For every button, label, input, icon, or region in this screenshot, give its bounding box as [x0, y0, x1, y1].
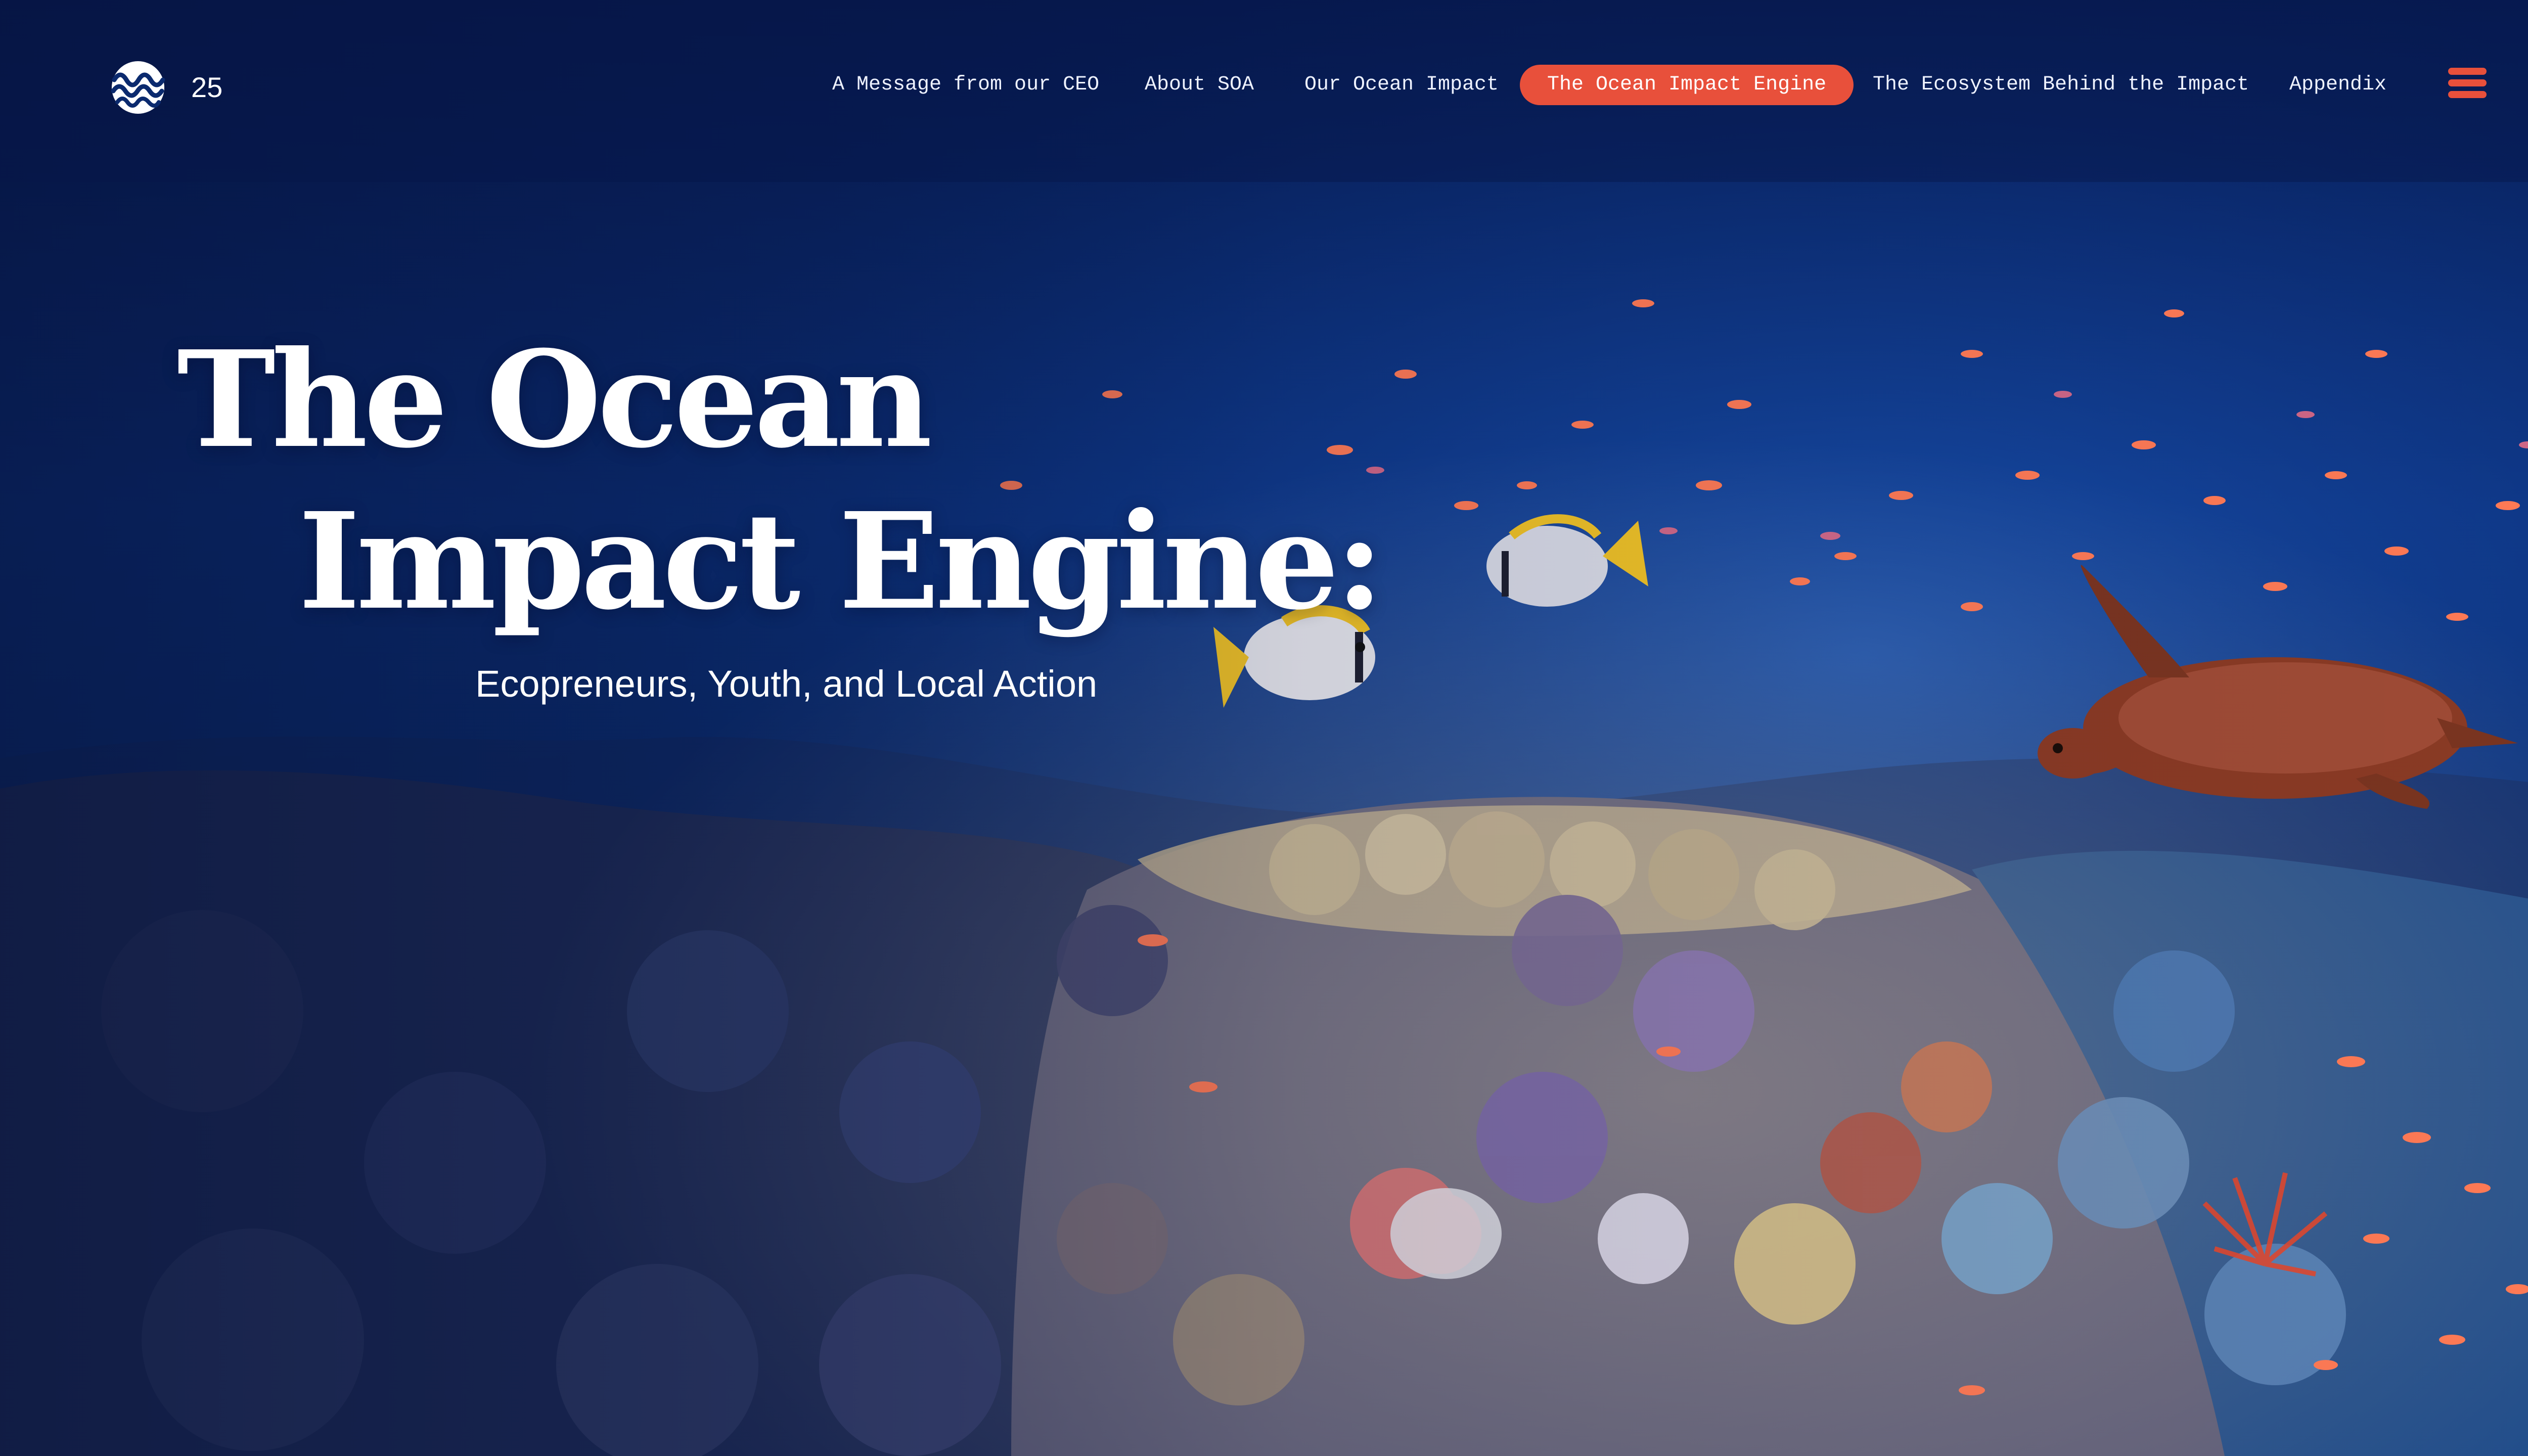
hero-title: The Ocean Impact Engine: — [177, 318, 1384, 642]
coral-reef-background — [0, 0, 2528, 1456]
nav-item-ocean-impact-engine[interactable]: The Ocean Impact Engine — [1520, 65, 1854, 105]
hero-section: 25 A Message from our CEO About SOA Our … — [0, 0, 2528, 1456]
nav-item-ceo-message[interactable]: A Message from our CEO — [832, 65, 1099, 105]
hamburger-menu-icon[interactable] — [2448, 68, 2487, 98]
edition-number: 25 — [191, 71, 223, 103]
wave-logo-icon[interactable] — [105, 60, 171, 115]
nav-item-ecosystem[interactable]: The Ecosystem Behind the Impact — [1873, 65, 2249, 105]
hero-subtitle: Ecopreneurs, Youth, and Local Action — [475, 663, 1098, 705]
hero-title-line-1: The Ocean — [177, 322, 932, 477]
nav-item-appendix[interactable]: Appendix — [2289, 65, 2386, 105]
hero-title-line-2: Impact Engine: — [298, 483, 1384, 639]
nav-item-ocean-impact[interactable]: Our Ocean Impact — [1304, 65, 1499, 105]
top-navigation-bar: 25 A Message from our CEO About SOA Our … — [0, 0, 2528, 172]
nav-item-about-soa[interactable]: About SOA — [1145, 65, 1254, 105]
